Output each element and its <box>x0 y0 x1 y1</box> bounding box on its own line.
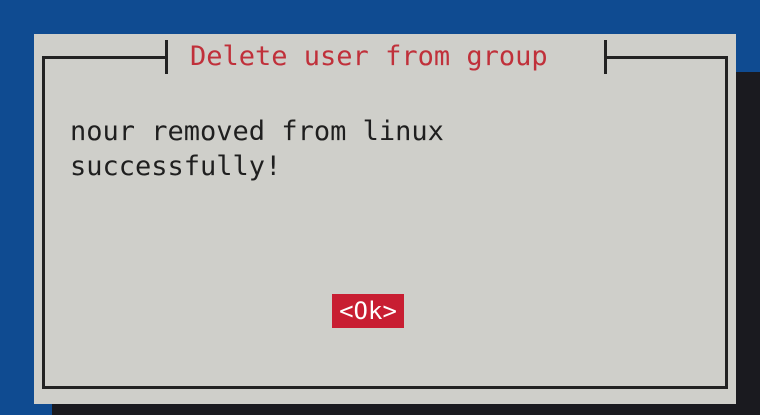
dialog-message: nour removed from linux successfully! <box>70 116 444 182</box>
dialog-title: Delete user from group <box>190 41 548 72</box>
dialog-frame-bottom <box>42 386 728 389</box>
title-separator-left <box>165 40 168 74</box>
dialog-frame-left <box>42 56 45 388</box>
dialog-frame-top-right <box>606 56 728 59</box>
ok-button[interactable]: <Ok> <box>332 294 404 328</box>
dialog-frame-top-left <box>42 56 168 59</box>
title-separator-right <box>604 40 607 74</box>
delete-user-dialog: Delete user from group nour removed from… <box>34 34 736 404</box>
dialog-frame-right <box>725 56 728 388</box>
